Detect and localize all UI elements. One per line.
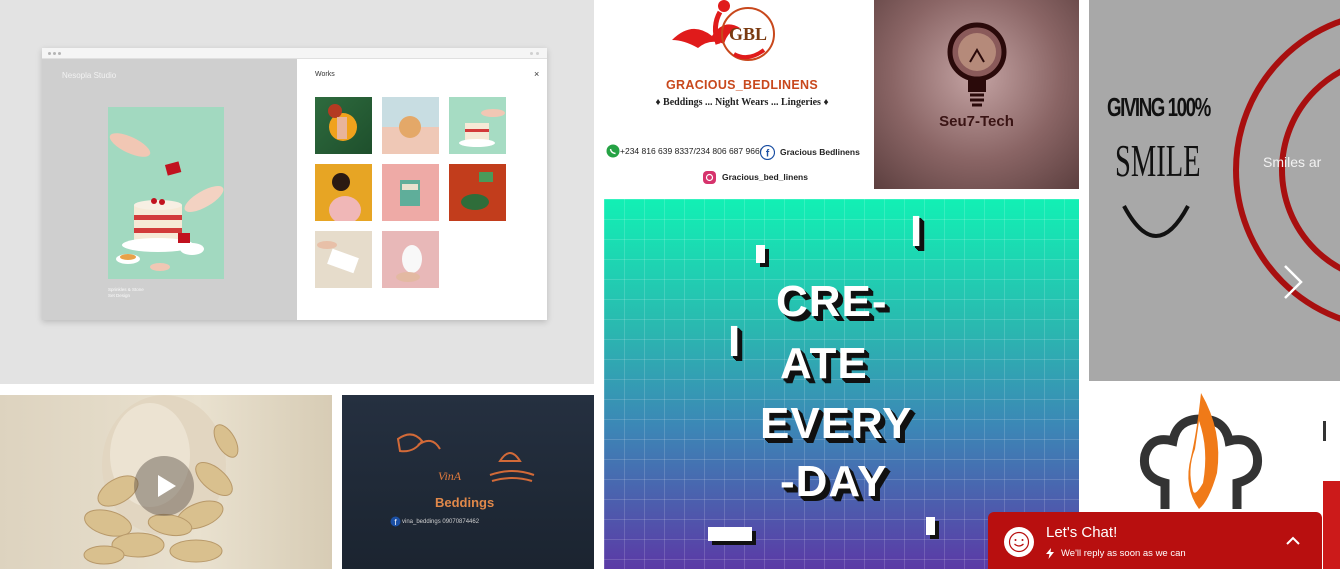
gracious-tagline: ♦ Beddings ... Night Wears ... Lingeries… (655, 97, 829, 108)
poster-letter-i-left: I (728, 317, 742, 366)
gracious-logo: GBL (672, 0, 775, 61)
work-thumbnail[interactable] (382, 97, 439, 154)
hero-caption-subtitle: Set Design (108, 293, 131, 298)
chat-title: Let's Chat! (1046, 524, 1118, 541)
slide-caption: Smiles ar (1263, 154, 1322, 170)
gracious-instagram: Gracious_bed_linens (722, 172, 808, 182)
vina-script-text: VinA (438, 469, 462, 483)
lightbulb-icon (947, 22, 1007, 107)
gbl-letters: GBL (729, 24, 767, 44)
lightning-icon (1046, 548, 1054, 559)
work-thumbnail[interactable] (315, 97, 372, 154)
poster-line-4: -DAY (780, 457, 888, 506)
poster-line-1: CRE- (776, 277, 888, 326)
gracious-facebook: Gracious Bedlinens (780, 147, 860, 157)
gallery-item-studio-mockup[interactable]: Nesopla Studio Sprinkles & Stone Set Des… (0, 0, 594, 384)
poster-line-2: ATE (780, 339, 868, 388)
browser-titlebar (42, 48, 547, 59)
work-thumbnail[interactable] (315, 231, 372, 288)
poster-letter-i: I (910, 207, 924, 256)
work-thumbnail[interactable] (449, 97, 506, 154)
mockup-left-panel: Nesopla Studio Sprinkles & Stone Set Des… (42, 59, 297, 320)
smile-word: SMILE (1115, 135, 1201, 186)
gracious-brand-name: GRACIOUS_BEDLINENS (666, 78, 818, 92)
giving-percent-text: GIVING 100% (1107, 92, 1211, 122)
poster-block (756, 245, 765, 263)
gallery-item-gracious-bedlinens[interactable]: GBL GRACIOUS_BEDLINENS ♦ Beddings ... Ni… (604, 0, 870, 190)
gracious-phone: +234 816 639 8337/234 806 687 9666 (620, 146, 765, 156)
whatsapp-icon (606, 144, 620, 158)
studio-name: Nesopla Studio (62, 71, 117, 80)
close-icon[interactable]: × (534, 69, 539, 79)
chat-widget[interactable]: Let's Chat! We'll reply as soon as we ca… (988, 512, 1322, 569)
gallery-item-vina-beddings[interactable]: VinA Beddings f vina_beddings 0907087446… (342, 395, 594, 569)
browser-mockup: Nesopla Studio Sprinkles & Stone Set Des… (42, 48, 547, 320)
works-heading: Works (315, 71, 335, 78)
seu7-brand-name: Seu7-Tech (939, 113, 1014, 130)
chevron-up-icon[interactable] (1284, 532, 1302, 550)
hero-cake-image (108, 107, 224, 279)
vina-brand-name: Beddings (435, 495, 495, 510)
smile-curve-icon (1122, 205, 1190, 238)
poster-block (708, 527, 752, 541)
poster-line-3: EVERY (760, 399, 913, 448)
smiley-icon (1004, 527, 1034, 557)
gallery-item-giving-smile[interactable]: GIVING 100% SMILE Smiles ar (1089, 0, 1340, 381)
vina-contact-info: vina_beddings 09070874462 (402, 519, 480, 525)
work-thumbnail[interactable] (382, 164, 439, 221)
vina-logo-outline (396, 433, 535, 482)
chef-hat-icon (1139, 393, 1263, 509)
play-icon (158, 475, 176, 497)
poster-block (926, 517, 935, 535)
gallery-item-seu7-tech[interactable]: Seu7-Tech (874, 0, 1079, 189)
hero-caption-title: Sprinkles & Stone (108, 287, 144, 292)
instagram-icon (703, 171, 716, 184)
chevron-right-icon[interactable] (1279, 262, 1307, 302)
facebook-icon: f (390, 516, 401, 527)
play-button[interactable] (134, 456, 194, 516)
work-thumbnail[interactable] (382, 231, 439, 288)
work-thumbnail[interactable] (449, 164, 506, 221)
decorative-red-arcs (1233, 18, 1340, 322)
gallery-item-video[interactable] (0, 395, 332, 569)
facebook-icon: f (760, 145, 775, 160)
chat-subtitle: We'll reply as soon as we can (1061, 548, 1186, 559)
work-thumbnail[interactable] (315, 164, 372, 224)
gallery-item-partial[interactable] (1323, 391, 1340, 569)
